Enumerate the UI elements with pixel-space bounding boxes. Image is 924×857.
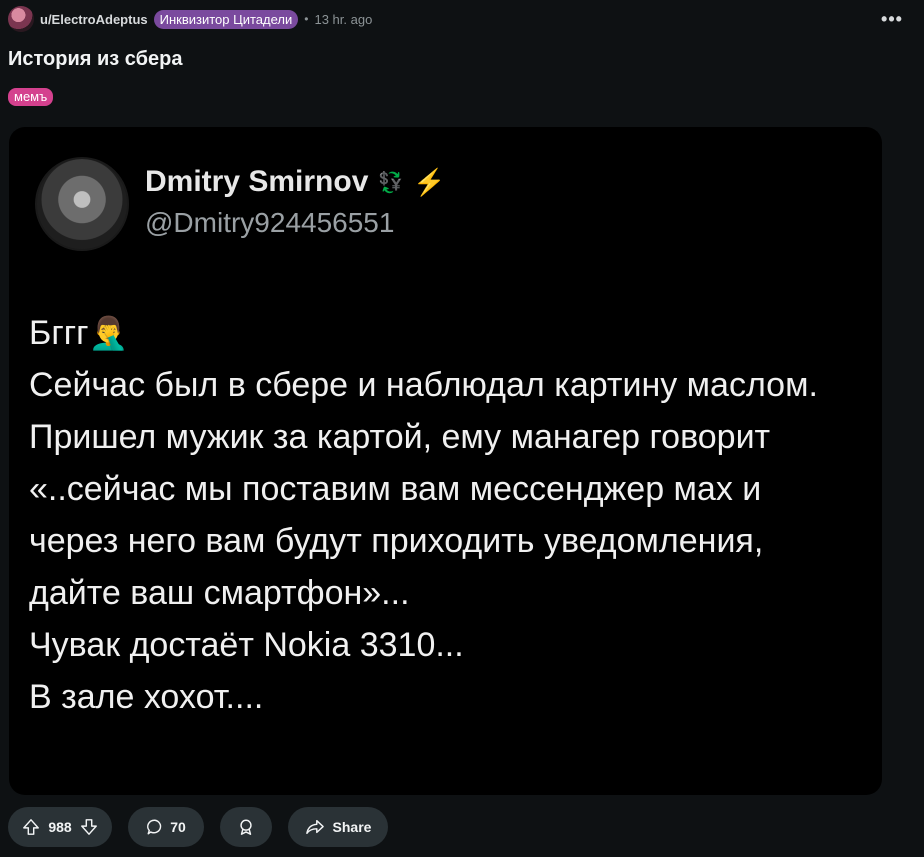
upvote-icon[interactable] — [22, 818, 40, 836]
share-label: Share — [332, 819, 372, 835]
tweet-line-4: В зале хохот.... — [29, 678, 264, 716]
comments-button[interactable]: 70 — [128, 807, 204, 847]
post-image[interactable]: Dmitry Smirnov 💱 ⚡ @Dmitry924456551 Бггг… — [9, 127, 882, 795]
tweet-author-name: Dmitry Smirnov 💱 ⚡ — [145, 165, 446, 199]
tweet-author-name-text: Dmitry Smirnov — [145, 165, 369, 198]
vote-score: 988 — [48, 819, 72, 835]
comment-count: 70 — [170, 819, 186, 835]
more-options-button[interactable]: ••• — [876, 9, 908, 29]
share-button[interactable]: Share — [288, 807, 388, 847]
tweet-text: Бггг🤦‍♂️ Сейчас был в сбере и наблюдал к… — [29, 307, 859, 723]
post-timestamp: 13 hr. ago — [314, 11, 373, 27]
facepalm-emoji-icon: 🤦‍♂️ — [88, 315, 129, 351]
downvote-icon[interactable] — [80, 818, 98, 836]
post-title[interactable]: История из сбера — [8, 48, 182, 71]
lightning-bolt-icon: ⚡ — [413, 166, 446, 197]
share-icon — [305, 818, 325, 836]
author-username[interactable]: u/ElectroAdeptus — [40, 12, 148, 27]
tweet-line-1: Бггг🤦‍♂️ — [29, 307, 859, 359]
currency-exchange-icon: 💱 — [378, 171, 404, 194]
tweet-author-handle: @Dmitry924456551 — [145, 207, 395, 238]
post-actions-bar: 988 70 Share — [8, 807, 388, 847]
post-header: u/ElectroAdeptus Инквизитор Цитадели • 1… — [8, 6, 908, 32]
post-flair-tag[interactable]: мемъ — [8, 88, 54, 106]
tweet-line-2: Сейчас был в сбере и наблюдал картину ма… — [29, 366, 818, 612]
author-avatar[interactable] — [8, 6, 34, 32]
tweet-line-3: Чувак достаёт Nokia 3310... — [29, 626, 464, 664]
comment-icon — [146, 818, 164, 836]
award-icon — [237, 818, 255, 836]
separator-dot: • — [304, 12, 309, 26]
tweet-author-avatar — [35, 157, 129, 251]
vote-control: 988 — [8, 807, 112, 847]
award-button[interactable] — [220, 807, 272, 847]
tweet-line-1-text: Бггг — [29, 314, 89, 352]
author-flair-badge: Инквизитор Цитадели — [153, 9, 299, 29]
